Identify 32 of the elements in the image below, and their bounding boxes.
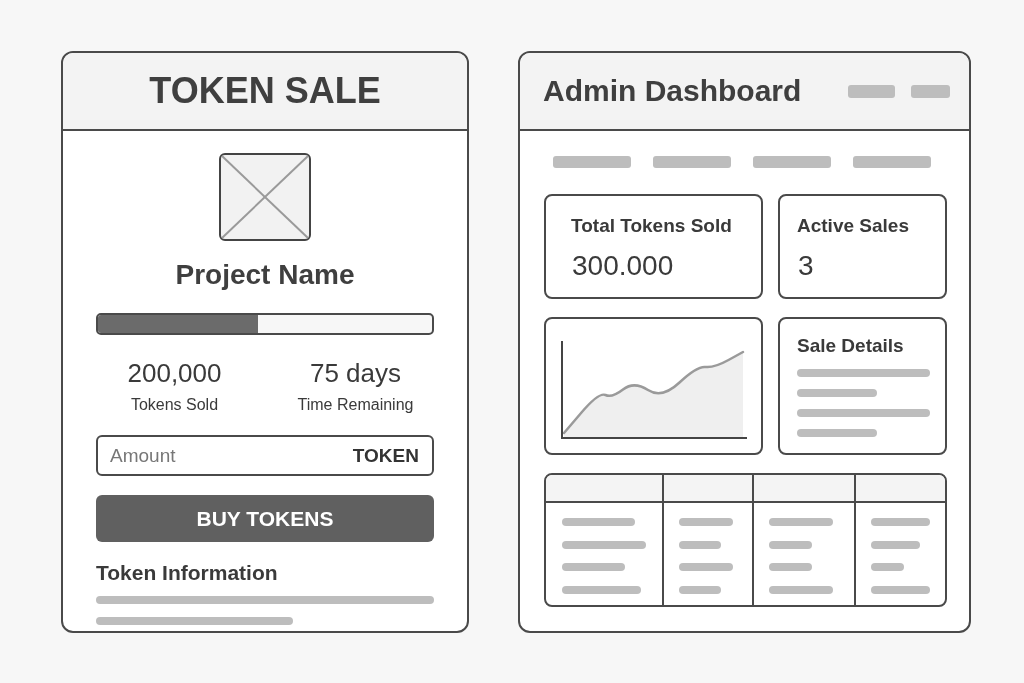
placeholder-line xyxy=(871,563,904,571)
panel-title: TOKEN SALE xyxy=(149,70,381,112)
placeholder-line xyxy=(769,585,833,594)
placeholder-line xyxy=(769,518,833,526)
unit-label: TOKEN xyxy=(352,444,419,467)
placeholder-line xyxy=(871,518,930,526)
placeholder-line xyxy=(871,585,930,594)
placeholder-bar xyxy=(848,84,895,98)
stat-value: 3 xyxy=(798,249,814,283)
section-heading: Token Information xyxy=(96,560,278,586)
placeholder-line xyxy=(871,540,920,549)
placeholder-line xyxy=(562,563,625,571)
stat-label: Tokens Sold xyxy=(130,395,219,415)
stat-label: Active Sales xyxy=(797,214,909,237)
stat-label: Time Remaining xyxy=(297,395,414,415)
amount-field[interactable]: Amount TOKEN xyxy=(96,435,434,476)
amount-input[interactable]: Amount xyxy=(110,442,353,469)
placeholder-line xyxy=(679,540,721,549)
stat-value: 200,000 xyxy=(127,358,222,388)
card-title: Sale Details xyxy=(797,334,904,357)
placeholder-line xyxy=(769,563,812,571)
placeholder-line xyxy=(679,585,721,594)
placeholder-line xyxy=(679,563,733,571)
stat-value: 75 days xyxy=(309,358,402,388)
panel-title: Admin Dashboard xyxy=(543,73,802,109)
stat-label: Total Tokens Sold xyxy=(571,214,732,237)
buy-tokens-button[interactable]: BUY TOKENS xyxy=(96,495,434,542)
placeholder-line xyxy=(769,540,812,549)
placeholder-line xyxy=(679,518,733,526)
placeholder-bar xyxy=(911,84,950,98)
stat-value: 300.000 xyxy=(572,249,674,283)
project-name: Project Name xyxy=(175,259,355,291)
